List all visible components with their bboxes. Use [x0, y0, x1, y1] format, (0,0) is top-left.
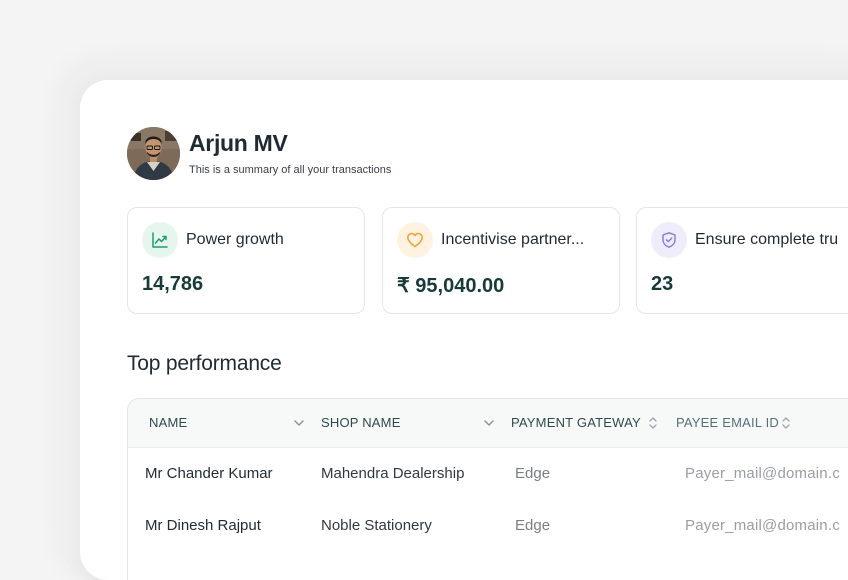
trend-up-icon	[142, 222, 178, 258]
cell-payment-gateway: Edge	[515, 517, 551, 534]
stat-value: 23	[651, 273, 674, 295]
column-header-shop-name[interactable]: SHOP NAME	[321, 415, 401, 430]
cell-name: Mr Chander Kumar	[145, 465, 273, 482]
stat-card-incentivise[interactable]: Incentivise partner... ₹ 95,040.00	[382, 207, 620, 314]
avatar[interactable]	[127, 127, 180, 180]
user-name: Arjun MV	[189, 130, 288, 156]
stat-label: Power growth	[186, 231, 284, 248]
stat-value: ₹ 95,040.00	[397, 275, 505, 297]
cell-payee-email: Payer_mail@domain.c	[685, 517, 840, 534]
chevron-down-icon[interactable]	[483, 417, 495, 429]
cell-shop-name: Noble Stationery	[321, 517, 432, 534]
heart-icon	[397, 222, 433, 258]
sort-icon[interactable]	[781, 415, 791, 431]
stat-value: 14,786	[142, 273, 204, 295]
column-header-name[interactable]: NAME	[149, 415, 187, 430]
chevron-down-icon[interactable]	[293, 417, 305, 429]
shield-icon	[651, 222, 687, 258]
stat-label: Ensure complete tru	[695, 231, 839, 248]
stat-card-ensure-trust[interactable]: Ensure complete tru 23	[636, 207, 848, 314]
user-subtitle: This is a summary of all your transactio…	[189, 164, 392, 176]
cell-name: Mr Dinesh Rajput	[145, 517, 261, 534]
sort-icon[interactable]	[648, 415, 658, 431]
cell-shop-name: Mahendra Dealership	[321, 465, 465, 482]
table-header: NAME SHOP NAME PAYMENT GATEWAY PAYEE EMA…	[128, 399, 848, 448]
column-header-payment-gateway[interactable]: PAYMENT GATEWAY	[511, 415, 641, 430]
cell-payee-email: Payer_mail@domain.c	[685, 465, 840, 482]
section-title: Top performance	[127, 352, 282, 375]
performance-table: NAME SHOP NAME PAYMENT GATEWAY PAYEE EMA…	[127, 398, 848, 580]
column-header-payee-email[interactable]: PAYEE EMAIL ID	[676, 415, 779, 430]
stat-label: Incentivise partner...	[441, 231, 585, 248]
stat-card-power-growth[interactable]: Power growth 14,786	[127, 207, 365, 314]
dashboard-card: Arjun MV This is a summary of all your t…	[80, 80, 848, 580]
cell-payment-gateway: Edge	[515, 465, 551, 482]
